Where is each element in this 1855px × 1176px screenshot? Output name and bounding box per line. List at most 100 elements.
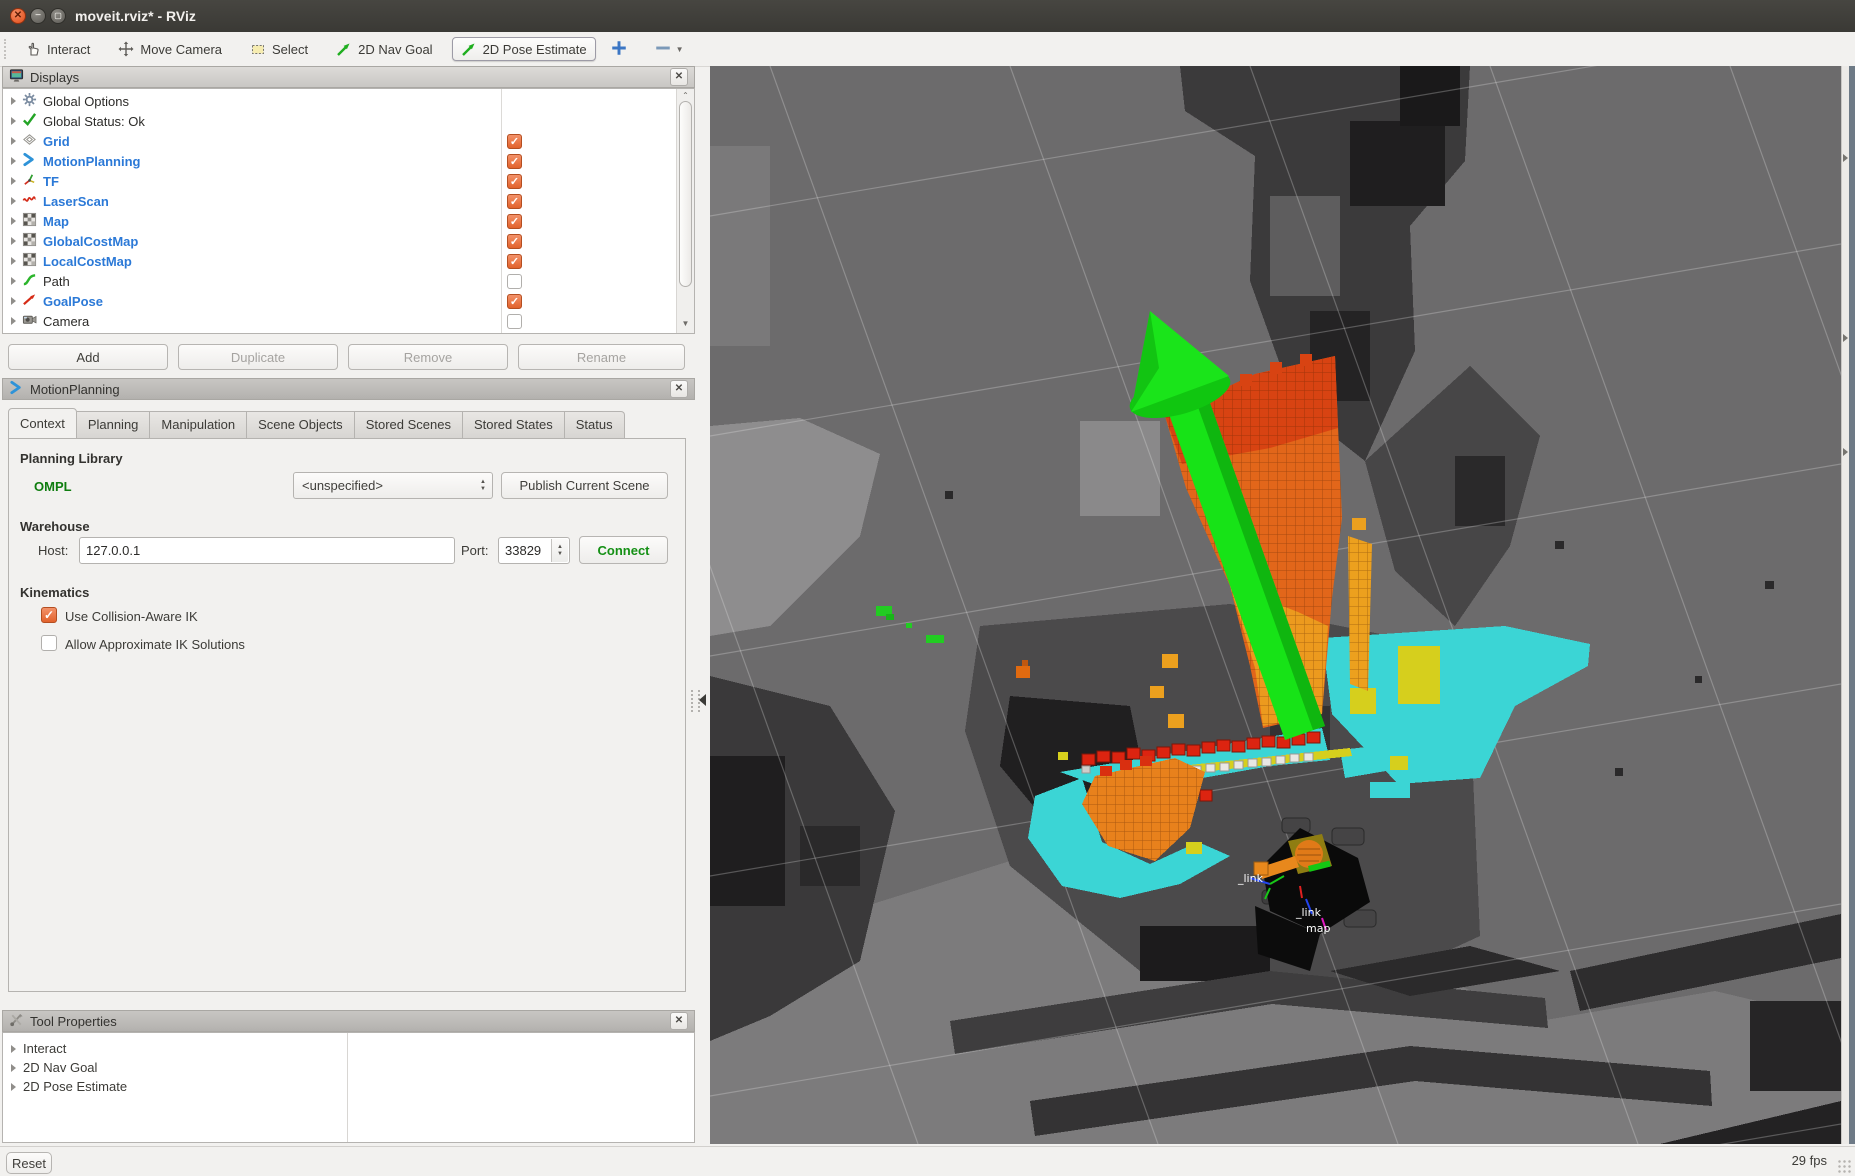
tool-prop-2d-pose-estimate[interactable]: 2D Pose Estimate	[3, 1077, 127, 1096]
display-row-laserscan[interactable]: LaserScan	[3, 191, 491, 211]
expander-icon[interactable]	[11, 97, 16, 105]
tool-properties-panel-header[interactable]: Tool Properties ✕	[2, 1010, 695, 1032]
maximize-window-icon[interactable]: ▢	[50, 8, 66, 24]
map-icon	[22, 232, 37, 250]
minimize-window-icon[interactable]: −	[30, 8, 46, 24]
tf-frame-label: map	[1306, 922, 1330, 935]
remove-tool-icon[interactable]	[654, 39, 672, 60]
add-display-button[interactable]: Add	[8, 344, 168, 370]
library-name: OMPL	[34, 479, 72, 494]
expander-icon[interactable]	[11, 217, 16, 225]
motionplanning-enable-checkbox[interactable]: ✓	[507, 154, 522, 169]
tool-select-button[interactable]: Select	[241, 37, 317, 61]
tab-manipulation[interactable]: Manipulation	[150, 411, 247, 439]
expander-icon[interactable]	[11, 117, 16, 125]
context-tab-content: Planning Library OMPL <unspecified> ▲▼ P…	[8, 438, 686, 992]
tab-context[interactable]: Context	[8, 408, 77, 439]
tool-properties-panel-title: Tool Properties	[30, 1014, 664, 1029]
scrollbar-thumb[interactable]	[679, 101, 692, 287]
tool-2d-nav-goal-button[interactable]: 2D Nav Goal	[327, 37, 441, 61]
expander-icon[interactable]	[11, 157, 16, 165]
planner-select[interactable]: <unspecified> ▲▼	[293, 472, 493, 499]
expand-panel-icon[interactable]	[1843, 334, 1848, 342]
expander-icon[interactable]	[11, 277, 16, 285]
close-window-icon[interactable]: ✕	[10, 8, 26, 24]
tf-enable-checkbox[interactable]: ✓	[507, 174, 522, 189]
title-bar[interactable]: ✕ − ▢ moveit.rviz* - RViz	[0, 0, 1855, 32]
connect-button[interactable]: Connect	[579, 536, 668, 564]
display-row-path[interactable]: Path	[3, 271, 491, 291]
collision-aware-ik-checkbox[interactable]: ✓	[41, 607, 57, 623]
expand-panel-icon[interactable]	[1843, 448, 1848, 456]
motionplanning-panel-header[interactable]: MotionPlanning ✕	[2, 378, 695, 400]
display-row-tf[interactable]: TF	[3, 171, 491, 191]
approximate-ik-checkbox[interactable]	[41, 635, 57, 651]
host-input[interactable]	[79, 537, 455, 564]
port-spinbox[interactable]: 33829 ▲▼	[498, 537, 570, 564]
display-row-motionplanning[interactable]: MotionPlanning	[3, 151, 491, 171]
expander-icon[interactable]	[11, 237, 16, 245]
status-bar: Reset 29 fps	[0, 1146, 1855, 1176]
port-label: Port:	[461, 543, 488, 558]
close-icon[interactable]: ✕	[670, 68, 688, 86]
expander-icon[interactable]	[11, 297, 16, 305]
toolbar-grip[interactable]	[4, 39, 10, 59]
goalpose-enable-checkbox[interactable]: ✓	[507, 294, 522, 309]
close-icon[interactable]: ✕	[670, 1012, 688, 1030]
expander-icon[interactable]	[11, 317, 16, 325]
display-row-globalcostmap[interactable]: GlobalCostMap	[3, 231, 491, 251]
rename-display-button[interactable]: Rename	[518, 344, 685, 370]
tool-interact-button[interactable]: Interact	[16, 37, 99, 61]
grid-enable-checkbox[interactable]: ✓	[507, 134, 522, 149]
tab-planning[interactable]: Planning	[77, 411, 151, 439]
display-row-map[interactable]: Map	[3, 211, 491, 231]
expander-icon[interactable]	[11, 197, 16, 205]
globalcostmap-enable-checkbox[interactable]: ✓	[507, 234, 522, 249]
camera-enable-checkbox[interactable]	[507, 314, 522, 329]
collapse-panel-icon[interactable]	[699, 694, 706, 706]
display-row-global-status[interactable]: Global Status: Ok	[3, 111, 491, 131]
laserscan-enable-checkbox[interactable]: ✓	[507, 194, 522, 209]
spinner-arrows-icon[interactable]: ▲▼	[475, 474, 491, 497]
localcostmap-enable-checkbox[interactable]: ✓	[507, 254, 522, 269]
tab-stored-scenes[interactable]: Stored Scenes	[355, 411, 463, 439]
tool-prop-interact[interactable]: Interact	[3, 1039, 66, 1058]
display-row-localcostmap[interactable]: LocalCostMap	[3, 251, 491, 271]
tab-scene-objects[interactable]: Scene Objects	[247, 411, 355, 439]
spinner-arrows-icon[interactable]: ▲▼	[551, 539, 568, 562]
reset-button[interactable]: Reset	[6, 1152, 52, 1174]
path-enable-checkbox[interactable]	[507, 274, 522, 289]
tool-2d-pose-estimate-button[interactable]: 2D Pose Estimate	[452, 37, 596, 61]
3d-viewport[interactable]: _link _link map	[710, 66, 1841, 1144]
expander-icon[interactable]	[11, 137, 16, 145]
expander-icon[interactable]	[11, 177, 16, 185]
scroll-down-icon[interactable]: ▼	[677, 317, 694, 331]
displays-panel-header[interactable]: Displays ✕	[2, 66, 695, 88]
display-row-goalpose[interactable]: GoalPose	[3, 291, 491, 311]
expander-icon[interactable]	[11, 1083, 16, 1091]
display-row-camera[interactable]: Camera	[3, 311, 491, 331]
tool-prop-2d-nav-goal[interactable]: 2D Nav Goal	[3, 1058, 97, 1077]
tab-stored-states[interactable]: Stored States	[463, 411, 565, 439]
tool-move-camera-button[interactable]: Move Camera	[109, 37, 231, 61]
map-icon	[22, 252, 37, 270]
expander-icon[interactable]	[11, 257, 16, 265]
map-enable-checkbox[interactable]: ✓	[507, 214, 522, 229]
chevron-down-icon[interactable]: ▼	[676, 45, 684, 54]
expander-icon[interactable]	[11, 1045, 16, 1053]
resize-grip[interactable]	[1837, 1159, 1851, 1173]
camera-icon	[22, 312, 37, 330]
tab-status[interactable]: Status	[565, 411, 625, 439]
monitor-icon	[9, 68, 24, 86]
display-row-grid[interactable]: Grid	[3, 131, 491, 151]
duplicate-display-button[interactable]: Duplicate	[178, 344, 338, 370]
remove-display-button[interactable]: Remove	[348, 344, 508, 370]
display-row-global-options[interactable]: Global Options	[3, 91, 491, 111]
add-tool-icon[interactable]	[610, 39, 628, 60]
close-icon[interactable]: ✕	[670, 380, 688, 398]
displays-scrollbar[interactable]: ⌃ ▼	[676, 89, 694, 333]
expander-icon[interactable]	[11, 1064, 16, 1072]
expand-panel-icon[interactable]	[1843, 154, 1848, 162]
laserscan-icon	[22, 192, 37, 210]
publish-current-scene-button[interactable]: Publish Current Scene	[501, 472, 668, 499]
